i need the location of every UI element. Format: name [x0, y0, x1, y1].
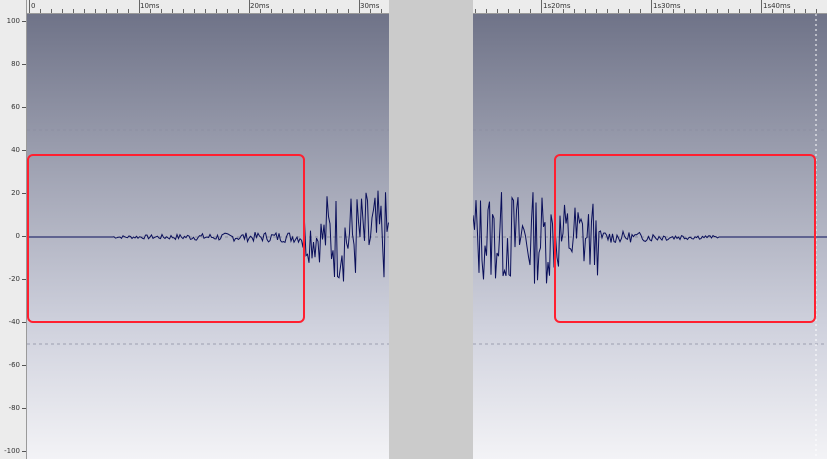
time-tick: [662, 9, 663, 13]
amplitude-tick: [22, 193, 26, 194]
time-tick: [563, 9, 564, 13]
time-tick: [739, 9, 740, 13]
amplitude-label: 40: [11, 146, 20, 154]
amplitude-tick: [22, 451, 26, 452]
amplitude-label: 0: [15, 232, 20, 240]
right-highlight-box: [554, 154, 816, 323]
time-tick: [150, 9, 151, 13]
time-tick: [717, 9, 718, 13]
time-tick: [73, 9, 74, 13]
amplitude-label: -40: [8, 318, 20, 326]
left-time-ruler: 0 10ms 20ms 30ms: [27, 0, 389, 14]
amplitude-ruler: 100 80 60 40 20 0 -20 -40 -60 -80 -100: [0, 0, 27, 459]
time-tick: [238, 9, 239, 13]
time-tick: [29, 0, 30, 13]
time-tick: [640, 9, 641, 13]
amplitude-label: 60: [11, 103, 20, 111]
time-tick: [293, 9, 294, 13]
time-tick: [194, 9, 195, 13]
time-tick: [359, 0, 360, 13]
time-tick: [519, 9, 520, 13]
time-tick: [530, 9, 531, 13]
time-tick: [216, 9, 217, 13]
amplitude-label: 20: [11, 189, 20, 197]
time-tick: [618, 9, 619, 13]
time-tick: [761, 0, 762, 13]
time-tick: [805, 9, 806, 13]
time-label-0: 0: [31, 2, 36, 10]
time-tick: [706, 9, 707, 13]
time-label-1s40ms: 1s40ms: [763, 2, 791, 10]
time-tick: [315, 9, 316, 13]
time-tick: [475, 9, 476, 13]
amplitude-tick: [22, 279, 26, 280]
time-tick: [684, 9, 685, 13]
time-tick: [596, 9, 597, 13]
time-tick: [497, 9, 498, 13]
time-tick: [541, 0, 542, 13]
time-tick: [271, 9, 272, 13]
time-tick: [381, 9, 382, 13]
time-tick: [62, 9, 63, 13]
time-tick: [205, 9, 206, 13]
time-tick: [84, 9, 85, 13]
time-tick: [574, 9, 575, 13]
time-tick: [728, 9, 729, 13]
amplitude-tick: [22, 64, 26, 65]
time-tick: [816, 9, 817, 13]
time-tick: [139, 0, 140, 13]
time-tick: [40, 9, 41, 13]
right-waveform-panel[interactable]: [473, 14, 827, 459]
amplitude-tick: [22, 150, 26, 151]
amplitude-tick: [22, 408, 26, 409]
time-tick: [673, 9, 674, 13]
amplitude-tick: [22, 21, 26, 22]
time-tick: [585, 9, 586, 13]
time-tick: [783, 9, 784, 13]
time-tick: [794, 9, 795, 13]
time-tick: [282, 9, 283, 13]
time-tick: [183, 9, 184, 13]
time-tick: [607, 9, 608, 13]
time-tick: [95, 9, 96, 13]
time-tick: [772, 9, 773, 13]
amplitude-tick: [22, 322, 26, 323]
time-tick: [651, 0, 652, 13]
time-tick: [117, 9, 118, 13]
time-tick: [370, 9, 371, 13]
time-tick: [172, 9, 173, 13]
amplitude-tick: [22, 365, 26, 366]
time-label-1s20ms: 1s20ms: [543, 2, 571, 10]
time-tick: [337, 9, 338, 13]
time-tick: [161, 9, 162, 13]
time-tick: [249, 0, 250, 13]
left-waveform-panel[interactable]: [27, 14, 389, 459]
time-tick: [227, 9, 228, 13]
time-tick: [260, 9, 261, 13]
amplitude-tick: [22, 107, 26, 108]
time-tick: [486, 9, 487, 13]
amplitude-label: 80: [11, 60, 20, 68]
time-tick: [106, 9, 107, 13]
time-tick: [51, 9, 52, 13]
time-tick: [304, 9, 305, 13]
left-highlight-box: [27, 154, 305, 323]
time-label-1s30ms: 1s30ms: [653, 2, 681, 10]
amplitude-label: -100: [4, 447, 20, 455]
time-tick: [552, 9, 553, 13]
time-tick: [348, 9, 349, 13]
time-tick: [128, 9, 129, 13]
amplitude-label: -20: [8, 275, 20, 283]
amplitude-label: -80: [8, 404, 20, 412]
amplitude-tick: [22, 236, 26, 237]
time-tick: [629, 9, 630, 13]
amplitude-label: 100: [6, 17, 20, 25]
amplitude-label: -60: [8, 361, 20, 369]
time-tick: [326, 9, 327, 13]
right-time-ruler: 1s20ms 1s30ms 1s40ms: [473, 0, 827, 14]
time-tick: [508, 9, 509, 13]
time-tick: [750, 9, 751, 13]
time-tick: [695, 9, 696, 13]
panel-divider: [389, 0, 473, 459]
